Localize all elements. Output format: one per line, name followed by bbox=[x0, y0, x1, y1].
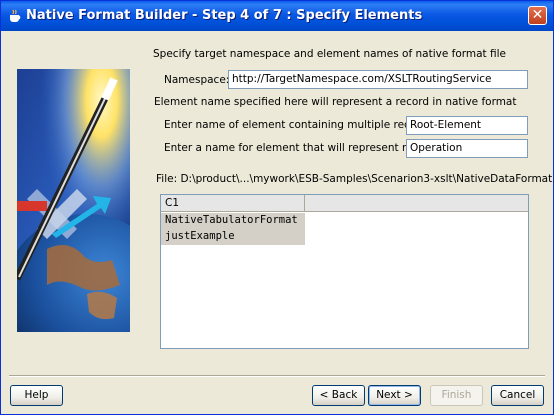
close-icon: ✕ bbox=[531, 7, 544, 23]
multi-record-field[interactable]: Root-Element bbox=[406, 116, 528, 135]
coffee-cup-icon bbox=[10, 9, 21, 22]
close-button[interactable]: ✕ bbox=[528, 6, 547, 25]
title-bar[interactable]: Native Format Builder - Step 4 of 7 : Sp… bbox=[1, 1, 553, 31]
record-element-label: Enter a name for element that will repre… bbox=[164, 142, 440, 154]
button-divider bbox=[9, 375, 545, 377]
table-row[interactable]: justExample bbox=[161, 229, 305, 245]
dialog-window: Native Format Builder - Step 4 of 7 : Sp… bbox=[0, 0, 554, 415]
record-element-field[interactable]: Operation bbox=[406, 139, 528, 158]
finish-button[interactable]: Finish bbox=[430, 385, 483, 406]
column-header-filler bbox=[305, 195, 528, 212]
file-path-text: File: D:\product\...\mywork\ESB-Samples\… bbox=[156, 173, 554, 185]
window-title: Native Format Builder - Step 4 of 7 : Sp… bbox=[26, 8, 423, 23]
data-preview-table[interactable]: C1 NativeTabulatorFormat justExample bbox=[160, 194, 529, 349]
table-row[interactable]: NativeTabulatorFormat bbox=[161, 213, 305, 229]
back-button[interactable]: < Back bbox=[312, 385, 365, 406]
cancel-button[interactable]: Cancel bbox=[491, 385, 544, 406]
help-button[interactable]: Help bbox=[10, 385, 63, 406]
namespace-label: Namespace: bbox=[164, 74, 230, 86]
record-note-text: Element name specified here will represe… bbox=[154, 96, 517, 108]
next-button[interactable]: Next > bbox=[368, 385, 421, 406]
multi-record-label: Enter name of element containing multipl… bbox=[164, 119, 437, 131]
column-header[interactable]: C1 bbox=[161, 195, 305, 212]
wizard-illustration bbox=[17, 69, 130, 332]
intro-text: Specify target namespace and element nam… bbox=[153, 48, 506, 60]
namespace-field[interactable]: http://TargetNamespace.com/XSLTRoutingSe… bbox=[228, 70, 528, 89]
